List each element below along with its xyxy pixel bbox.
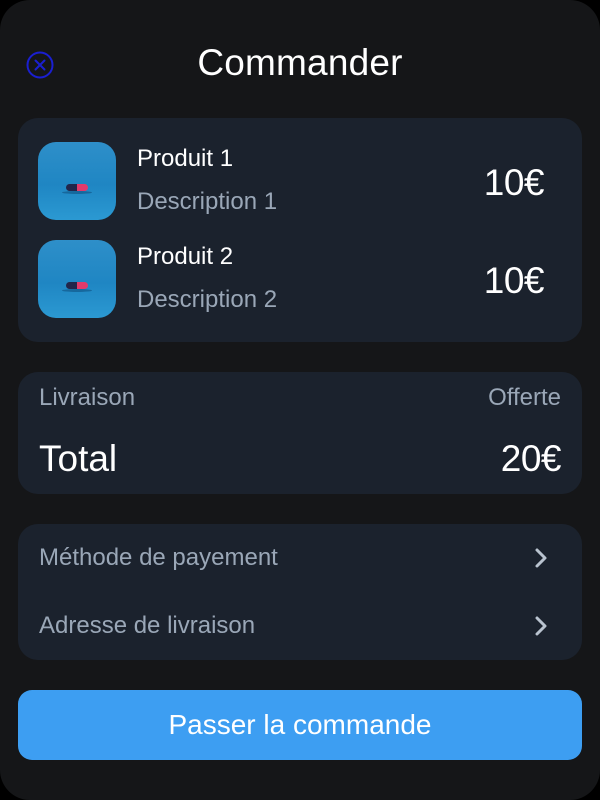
header: Commander (0, 40, 600, 88)
payment-method-row[interactable]: Méthode de payement (18, 530, 582, 586)
chevron-right-icon (535, 616, 547, 636)
pill-capsule-icon (66, 282, 88, 289)
payment-method-label: Méthode de payement (39, 544, 278, 571)
order-summary: Livraison Offerte Total 20€ (18, 372, 582, 494)
total-label: Total (39, 438, 118, 479)
pill-capsule-icon (66, 184, 88, 191)
delivery-address-row[interactable]: Adresse de livraison (18, 598, 582, 654)
product-price: 10€ (483, 260, 545, 301)
total-value: 20€ (500, 438, 562, 479)
delivery-address-label: Adresse de livraison (39, 612, 256, 639)
checkout-options: Méthode de payement Adresse de livraison (18, 524, 582, 660)
place-order-label: Passer la commande (168, 709, 432, 740)
product-description: Description 1 (137, 188, 278, 215)
product-name: Produit 2 (137, 243, 234, 270)
chevron-right-icon (535, 548, 547, 568)
product-image (38, 142, 116, 220)
place-order-button[interactable]: Passer la commande (18, 690, 582, 760)
shipping-label: Livraison (39, 384, 136, 411)
product-price: 10€ (483, 162, 545, 203)
product-image (38, 240, 116, 318)
product-name: Produit 1 (137, 145, 234, 172)
product-description: Description 2 (137, 286, 278, 313)
shipping-value: Offerte (488, 384, 561, 411)
page-title: Commander (197, 42, 403, 83)
product-item[interactable]: Produit 2 Description 2 10€ (18, 240, 582, 320)
product-list: Produit 1 Description 1 10€ Produit 2 De… (18, 118, 582, 342)
order-sheet: Commander Produit 1 Description 1 10€ Pr… (0, 0, 600, 800)
product-item[interactable]: Produit 1 Description 1 10€ (18, 142, 582, 222)
